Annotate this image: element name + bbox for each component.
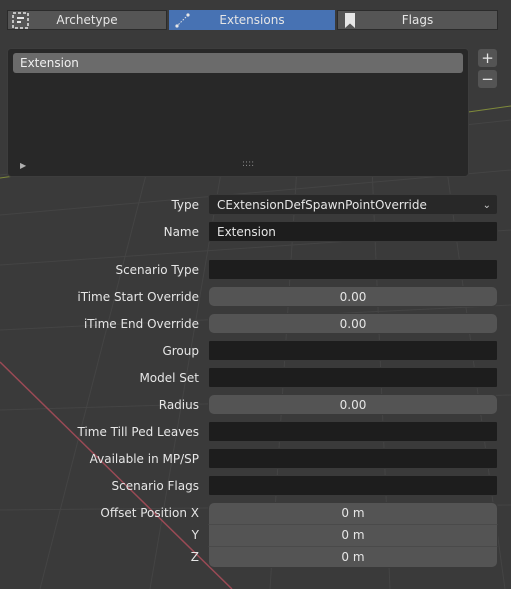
scenario-type-label: Scenario Type: [115, 263, 199, 277]
time-till-ped-leaves-field[interactable]: [208, 421, 498, 442]
list-resize-handle[interactable]: ::::: [242, 159, 254, 169]
expand-filter-icon[interactable]: ▶: [20, 161, 26, 170]
offset-position-x-field[interactable]: 0 m: [208, 502, 498, 524]
minus-icon: −: [481, 69, 494, 88]
name-label: Name: [163, 225, 199, 239]
type-value: CExtensionDefSpawnPointOverride: [217, 198, 427, 212]
extension-list[interactable]: Extension ▶ ::::: [7, 48, 469, 177]
model-set-field[interactable]: [208, 367, 498, 388]
offset-position-y-value: 0 m: [341, 528, 365, 542]
remove-extension-button[interactable]: −: [478, 70, 497, 88]
name-field[interactable]: Extension: [208, 221, 498, 242]
list-item[interactable]: Extension: [13, 53, 463, 73]
tab-extensions[interactable]: Extensions: [169, 10, 335, 30]
scenario-type-field[interactable]: [208, 259, 498, 280]
chevron-down-icon: ⌄: [482, 200, 491, 211]
scenario-flags-field[interactable]: [208, 475, 498, 496]
bookmark-icon: [345, 13, 355, 28]
add-extension-button[interactable]: +: [478, 49, 497, 67]
itime-start-label: iTime Start Override: [77, 290, 199, 304]
offset-position-x-label: Offset Position X: [100, 506, 199, 520]
tab-archetype-label: Archetype: [56, 13, 118, 27]
tab-extensions-label: Extensions: [219, 13, 285, 27]
list-item-label: Extension: [20, 56, 79, 70]
type-dropdown[interactable]: CExtensionDefSpawnPointOverride ⌄: [208, 194, 498, 215]
radius-value: 0.00: [339, 398, 367, 412]
offset-position-z-value: 0 m: [341, 550, 365, 564]
itime-start-field[interactable]: 0.00: [208, 286, 498, 307]
type-label: Type: [171, 198, 199, 212]
offset-position-x-value: 0 m: [341, 506, 365, 520]
radius-label: Radius: [158, 398, 199, 412]
time-till-ped-leaves-label: Time Till Ped Leaves: [77, 425, 199, 439]
model-set-label: Model Set: [139, 371, 199, 385]
tab-flags-label: Flags: [401, 13, 434, 27]
itime-start-value: 0.00: [339, 290, 367, 304]
group-label: Group: [162, 344, 199, 358]
name-value: Extension: [217, 225, 276, 239]
archetype-icon: [12, 12, 29, 29]
plus-icon: +: [481, 48, 494, 67]
available-mp-sp-label: Available in MP/SP: [89, 452, 199, 466]
tab-archetype[interactable]: Archetype: [7, 10, 167, 30]
group-field[interactable]: [208, 340, 498, 361]
itime-end-field[interactable]: 0.00: [208, 313, 498, 334]
offset-position-z-field[interactable]: 0 m: [208, 546, 498, 568]
offset-position-y-field[interactable]: 0 m: [208, 524, 498, 546]
itime-end-label: iTime End Override: [83, 317, 199, 331]
itime-end-value: 0.00: [339, 317, 367, 331]
tab-flags[interactable]: Flags: [337, 10, 498, 30]
scenario-flags-label: Scenario Flags: [111, 479, 199, 493]
offset-position-z-label: Z: [190, 550, 199, 564]
radius-field[interactable]: 0.00: [208, 394, 498, 415]
extensions-icon: [175, 13, 190, 28]
offset-position-y-label: Y: [191, 528, 199, 542]
available-mp-sp-field[interactable]: [208, 448, 498, 469]
